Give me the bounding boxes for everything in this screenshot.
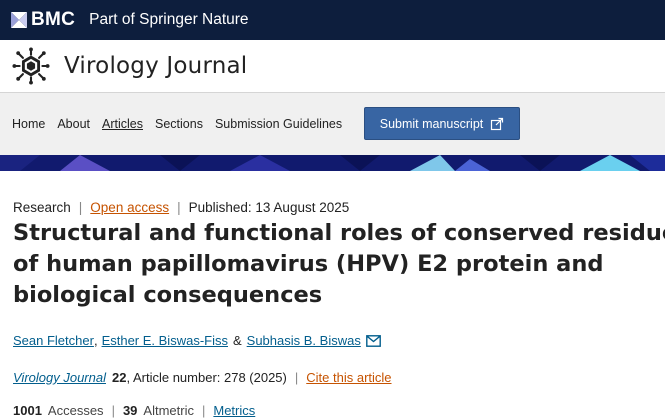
mail-icon[interactable]	[365, 334, 381, 347]
citation-line: Virology Journal 22 , Article number: 27…	[13, 370, 392, 385]
author-separator: &	[232, 333, 242, 348]
nav-home[interactable]: Home	[12, 117, 45, 131]
meta-divider: |	[294, 370, 299, 385]
nav-submission-guidelines[interactable]: Submission Guidelines	[215, 117, 342, 131]
altmetric-label: Altmetric	[143, 403, 194, 418]
journal-title[interactable]: Virology Journal	[64, 53, 247, 79]
accesses-count: 1001	[13, 403, 42, 418]
article-title-line: Structural and functional roles of conse…	[13, 220, 665, 246]
part-of-springer-nature[interactable]: Part of Springer Nature	[89, 11, 248, 29]
article-title-line: of human papillomavirus (HPV) E2 protein…	[13, 251, 604, 277]
article-number: , Article number: 278 (2025)	[126, 370, 287, 385]
article-title: Structural and functional roles of conse…	[13, 218, 665, 311]
accesses-label: Accesses	[47, 403, 104, 418]
author-separator: ,	[93, 333, 98, 348]
meta-divider: |	[177, 200, 181, 215]
author-list: Sean Fletcher , Esther E. Biswas-Fiss & …	[13, 333, 381, 348]
metrics-link[interactable]: Metrics	[213, 403, 255, 418]
meta-divider: |	[111, 403, 115, 418]
published-date: Published: 13 August 2025	[188, 200, 350, 215]
nav-articles[interactable]: Articles	[102, 117, 143, 131]
altmetric-count: 39	[122, 403, 138, 418]
meta-divider: |	[201, 403, 206, 418]
bmc-brand-text: BMC	[31, 9, 76, 30]
article-meta: Research | Open access | Published: 13 A…	[13, 200, 349, 215]
nav-about[interactable]: About	[57, 117, 90, 131]
journal-link[interactable]: Virology Journal	[13, 370, 106, 385]
bmc-logo-icon	[11, 12, 27, 28]
author-link[interactable]: Subhasis B. Biswas	[247, 333, 361, 348]
author-link[interactable]: Sean Fletcher	[13, 333, 94, 348]
external-link-icon	[491, 117, 504, 130]
meta-divider: |	[78, 200, 83, 215]
virus-icon[interactable]	[12, 47, 50, 85]
author-link[interactable]: Esther E. Biswas-Fiss	[102, 333, 228, 348]
journal-header: Virology Journal	[0, 40, 665, 93]
publisher-bar: BMC Part of Springer Nature	[0, 0, 665, 40]
article-metrics: 1001 Accesses | 39 Altmetric | Metrics	[13, 403, 255, 418]
nav-sections[interactable]: Sections	[155, 117, 203, 131]
open-access-link[interactable]: Open access	[90, 200, 169, 215]
submit-manuscript-button[interactable]: Submit manuscript	[364, 107, 520, 140]
volume-number: 22	[111, 370, 127, 385]
article-title-line: biological consequences	[13, 282, 323, 308]
submit-manuscript-label: Submit manuscript	[379, 116, 484, 131]
decorative-banner	[0, 155, 665, 171]
cite-this-article-link[interactable]: Cite this article	[306, 370, 391, 385]
article-type: Research	[13, 200, 71, 215]
bmc-logo[interactable]: BMC	[11, 9, 75, 31]
journal-nav: Home About Articles Sections Submission …	[0, 93, 665, 155]
